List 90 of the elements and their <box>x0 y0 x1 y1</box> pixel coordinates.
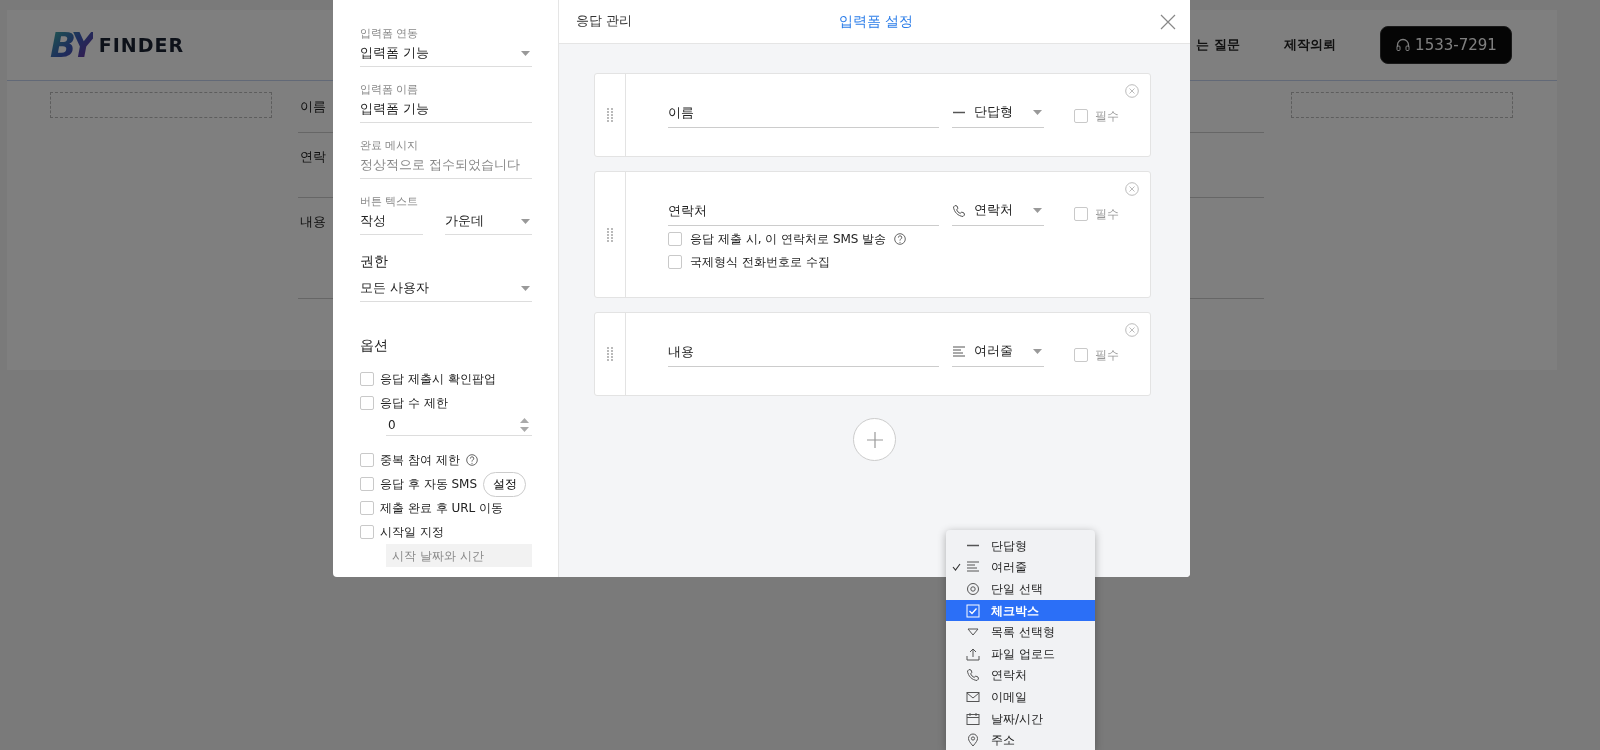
lines-icon <box>966 560 980 575</box>
menu-item[interactable]: 연락처 <box>946 664 1095 687</box>
field-label: 연락 <box>300 149 326 164</box>
email-icon <box>966 689 980 704</box>
checkbox[interactable] <box>360 525 374 539</box>
caret-icon <box>521 286 530 291</box>
checkbox[interactable] <box>360 501 374 515</box>
option-label: 국제형식 전화번호로 수집 <box>690 253 830 271</box>
checkbox[interactable] <box>360 477 374 491</box>
remove-icon[interactable] <box>1125 84 1139 98</box>
input-field[interactable]: 이름 <box>668 98 939 128</box>
input-field[interactable]: 입력폼 기능 <box>360 97 532 123</box>
option-label: 시작일 지정 <box>380 524 444 541</box>
headset-icon <box>1395 37 1412 53</box>
upload-icon <box>966 646 980 661</box>
drag-handle-icon[interactable] <box>607 347 613 361</box>
remove-icon[interactable] <box>1125 182 1139 196</box>
option-label: 제출 완료 후 URL 이동 <box>380 500 504 517</box>
pin-icon <box>966 733 980 748</box>
plus-icon <box>865 430 884 449</box>
checkbox[interactable] <box>360 372 374 386</box>
checkbox[interactable] <box>1074 207 1088 221</box>
dash-icon <box>966 544 980 548</box>
field-label: 내용 <box>300 214 326 229</box>
select-field[interactable]: 모든 사용자 <box>360 276 532 302</box>
dash-icon <box>952 111 966 114</box>
phone-icon <box>952 203 966 218</box>
menu-item[interactable]: 목록 선택형 <box>946 621 1095 643</box>
radio-icon <box>966 582 980 596</box>
menu-item[interactable]: 이메일 <box>946 686 1095 708</box>
select-field[interactable]: 입력폼 기능 <box>360 41 532 67</box>
lines-icon <box>952 344 966 359</box>
caret-icon <box>521 51 530 56</box>
menu-item[interactable]: 단일 선택 <box>946 578 1095 600</box>
field-label: 이름 <box>300 99 326 114</box>
checkbox-label: 필수 <box>1095 347 1119 364</box>
tab[interactable]: 입력폼 설정 <box>838 11 914 32</box>
menu-item[interactable]: 주소 <box>946 729 1095 750</box>
checkbox[interactable] <box>360 396 374 410</box>
checkbox[interactable] <box>1074 348 1088 362</box>
menu-item[interactable]: 여러줄 <box>946 556 1095 579</box>
option-label: 응답 제출 시, 이 연락처로 SMS 발송 <box>690 230 887 248</box>
field-label: 입력폼 연동 <box>360 27 420 41</box>
select-field[interactable]: 단답형 <box>952 98 1044 128</box>
option-label: 응답 후 자동 SMS <box>380 476 478 493</box>
checkbox-icon <box>966 603 980 618</box>
phone-button[interactable]: 1533-7291 <box>1380 26 1512 64</box>
checkbox[interactable] <box>360 453 374 467</box>
close-icon[interactable] <box>1160 13 1176 30</box>
drag-handle-icon[interactable] <box>607 108 613 122</box>
field-label: 버튼 텍스트 <box>360 195 420 209</box>
input-field[interactable]: 작성 <box>360 209 423 235</box>
nav-link[interactable]: 는 질문 <box>1196 35 1240 55</box>
checkbox-label: 필수 <box>1095 108 1119 125</box>
input-field[interactable]: 연락처 <box>668 196 939 226</box>
remove-icon[interactable] <box>1125 323 1139 337</box>
caret-icon <box>1033 208 1042 213</box>
field-label: 완료 메시지 <box>360 139 420 153</box>
add-field-button[interactable] <box>853 418 896 461</box>
caret-icon <box>1033 349 1042 354</box>
checkbox[interactable] <box>668 231 682 246</box>
nav-link[interactable]: 제작의뢰 <box>1284 35 1336 55</box>
select-field[interactable]: 여러줄 <box>952 337 1044 367</box>
option-label: 응답 수 제한 <box>380 395 448 412</box>
menu-item[interactable]: 체크박스 <box>946 599 1095 622</box>
caret-icon <box>521 219 530 224</box>
help-icon <box>465 454 478 466</box>
drag-handle-icon[interactable] <box>607 227 613 242</box>
checkbox-label: 필수 <box>1095 206 1119 223</box>
input-field[interactable]: 내용 <box>668 337 939 367</box>
checkbox[interactable] <box>668 254 682 269</box>
select-field[interactable]: 연락처 <box>952 196 1044 226</box>
caret-icon <box>1033 110 1042 115</box>
menu-item[interactable]: 파일 업로드 <box>946 642 1095 665</box>
tab[interactable]: 응답 관리 <box>576 12 632 31</box>
option-label: 중복 참여 제한 <box>380 452 460 469</box>
section-title: 옵션 <box>360 336 389 355</box>
number-field[interactable]: 0 <box>386 415 532 436</box>
input-field[interactable]: 정상적으로 접수되었습니다 <box>360 153 532 179</box>
section-title: 권한 <box>360 252 389 271</box>
select-field[interactable]: 가운데 <box>445 209 532 235</box>
phone-icon <box>966 668 980 683</box>
menu-item[interactable]: 단답형 <box>946 535 1095 557</box>
menu-item[interactable]: 날짜/시간 <box>946 707 1095 730</box>
settings-button[interactable]: 설정 <box>483 471 526 497</box>
spinner-icon[interactable] <box>520 417 529 433</box>
option-label: 응답 제출시 확인팝업 <box>380 371 496 388</box>
checkbox[interactable] <box>1074 109 1088 123</box>
calendar-icon <box>966 711 980 726</box>
field-label: 입력폼 이름 <box>360 83 420 97</box>
